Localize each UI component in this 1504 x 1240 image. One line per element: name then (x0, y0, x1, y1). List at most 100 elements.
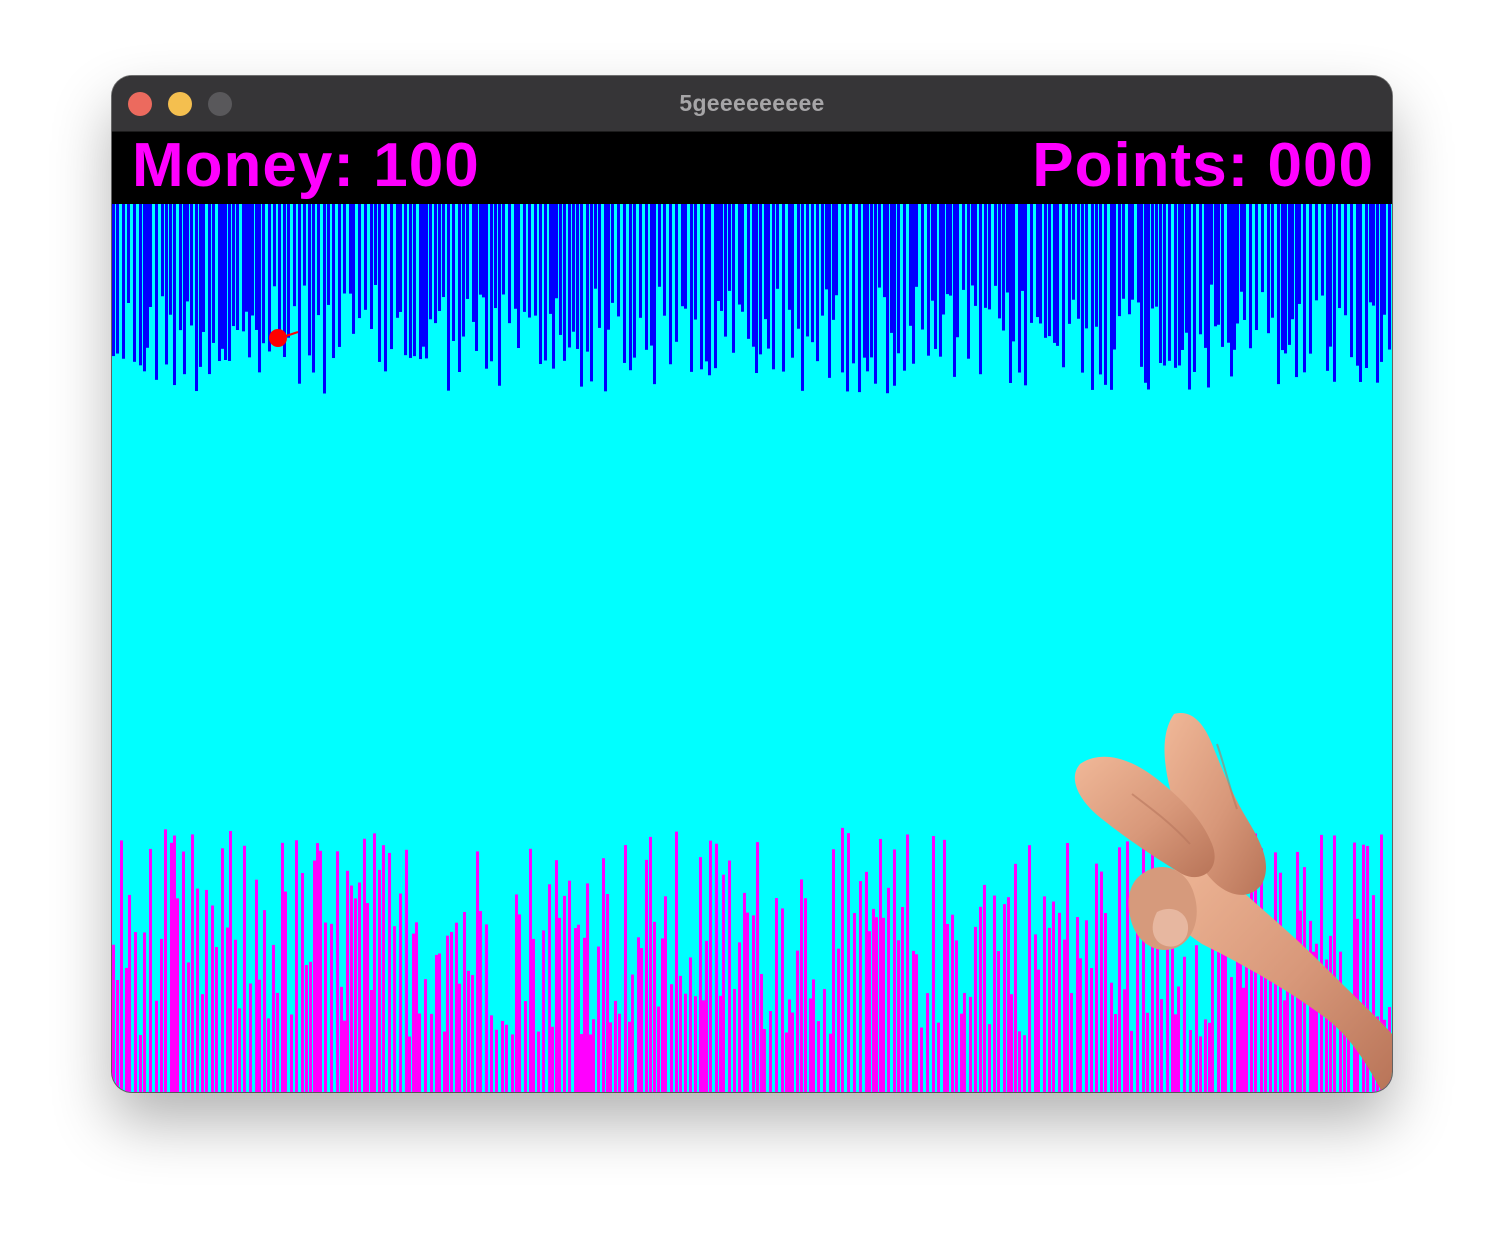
floor-spike (173, 835, 176, 1092)
ceiling-spike (143, 204, 146, 372)
ceiling-spike (517, 204, 520, 349)
ceiling-spike (422, 204, 425, 347)
floor-spike (1104, 913, 1107, 1092)
floor-spike (1242, 987, 1245, 1092)
floor-spike (319, 850, 322, 1092)
floor-spike (1014, 863, 1017, 1092)
floor-spike (637, 937, 640, 1092)
ceiling-spike (472, 204, 475, 322)
floor-spike (670, 984, 673, 1092)
ceiling-spike (1288, 204, 1291, 345)
ceiling-spike (878, 204, 881, 288)
floor-spike (149, 848, 152, 1092)
floor-spike (702, 1000, 705, 1092)
ceiling-spike (942, 204, 945, 315)
ceiling-spike (186, 204, 189, 302)
ceiling-spike (438, 204, 441, 312)
ceiling-spike (528, 204, 531, 318)
ceiling-spike (482, 204, 485, 298)
ceiling-spike (212, 204, 215, 343)
ceiling-spike (650, 204, 653, 346)
ceiling-spike (988, 204, 991, 310)
ceiling-spike (268, 204, 271, 352)
ceiling-spike (169, 204, 172, 315)
ceiling-spike (364, 204, 367, 310)
ceiling-spike (816, 204, 819, 362)
floor-spike (354, 898, 357, 1092)
ceiling-spike (539, 204, 542, 365)
ceiling-spike (604, 204, 607, 392)
floor-spike (715, 843, 718, 1092)
ceiling-spike (998, 204, 1001, 319)
ceiling-spike (458, 204, 461, 373)
ceiling-spike (287, 204, 290, 338)
floor-spike (408, 1036, 411, 1092)
ceiling-spike (312, 204, 315, 373)
ceiling-spike (767, 204, 770, 349)
ceiling-spike (1174, 204, 1177, 368)
window-title: 5geeeeeeeee (679, 90, 825, 116)
ceiling-spike (1315, 204, 1318, 301)
ceiling-spike (870, 204, 873, 358)
ceiling-spike (776, 204, 779, 289)
floor-spike (722, 874, 725, 1092)
ceiling-spike (915, 204, 918, 287)
floor-spike (518, 914, 521, 1092)
ceiling-spike (1095, 204, 1098, 327)
floor-spike (358, 882, 361, 1092)
floor-spike (589, 1034, 592, 1092)
ceiling-spike (258, 204, 261, 373)
ceiling-spike (946, 204, 949, 295)
ceiling-spike (1036, 204, 1039, 318)
floor-spike (378, 869, 381, 1092)
ceiling-spike (994, 204, 997, 286)
floor-spike (868, 931, 871, 1092)
ceiling-spike (327, 204, 330, 305)
floor-spike (443, 1031, 446, 1092)
floor-spike (920, 1027, 923, 1092)
ceiling-spike (1193, 204, 1196, 372)
floor-spike (657, 1006, 660, 1092)
floor-spike (205, 889, 208, 1092)
floor-spike (281, 842, 284, 1092)
floor-spike (485, 924, 488, 1092)
hud-bar: Money: 100 Points: 000 (112, 131, 1392, 204)
ceiling-spike (1333, 204, 1336, 382)
floor-spike (912, 950, 915, 1092)
ceiling-spike (684, 204, 687, 309)
floor-spike (471, 975, 474, 1092)
floor-spike (1095, 863, 1098, 1092)
floor-spike (1183, 956, 1186, 1092)
floor-spike (515, 894, 518, 1092)
ceiling-spike (1122, 204, 1125, 299)
ceiling-spike (956, 204, 959, 338)
ceiling-spike (874, 204, 877, 384)
ceiling-spike (828, 204, 831, 378)
ceiling-spike (419, 204, 422, 360)
ceiling-spike (409, 204, 412, 358)
floor-spike (324, 922, 327, 1092)
floor-spike (370, 989, 373, 1092)
ceiling-spike (1185, 204, 1188, 333)
ceiling-spike (617, 204, 620, 317)
ceiling-spike (236, 204, 239, 331)
floor-spike (853, 913, 856, 1092)
ceiling-spike (782, 204, 785, 372)
floor-spike (743, 892, 746, 1092)
ceiling-spike (475, 204, 478, 351)
ceiling-spike (1261, 204, 1264, 293)
floor-spike (388, 852, 391, 1092)
floor-spike (906, 834, 909, 1092)
floor-spike (1110, 982, 1113, 1092)
ceiling-spike (1104, 204, 1107, 385)
floor-spike (350, 885, 353, 1092)
ceiling-spike (479, 204, 482, 295)
game-canvas[interactable] (112, 204, 1392, 1092)
ceiling-spike (262, 204, 265, 344)
floor-spike (568, 880, 571, 1092)
floor-spike (979, 906, 982, 1092)
ceiling-spike (242, 204, 245, 332)
ceiling-spike (572, 204, 575, 332)
ceiling-spike (534, 204, 537, 316)
floor-spike (800, 879, 803, 1092)
